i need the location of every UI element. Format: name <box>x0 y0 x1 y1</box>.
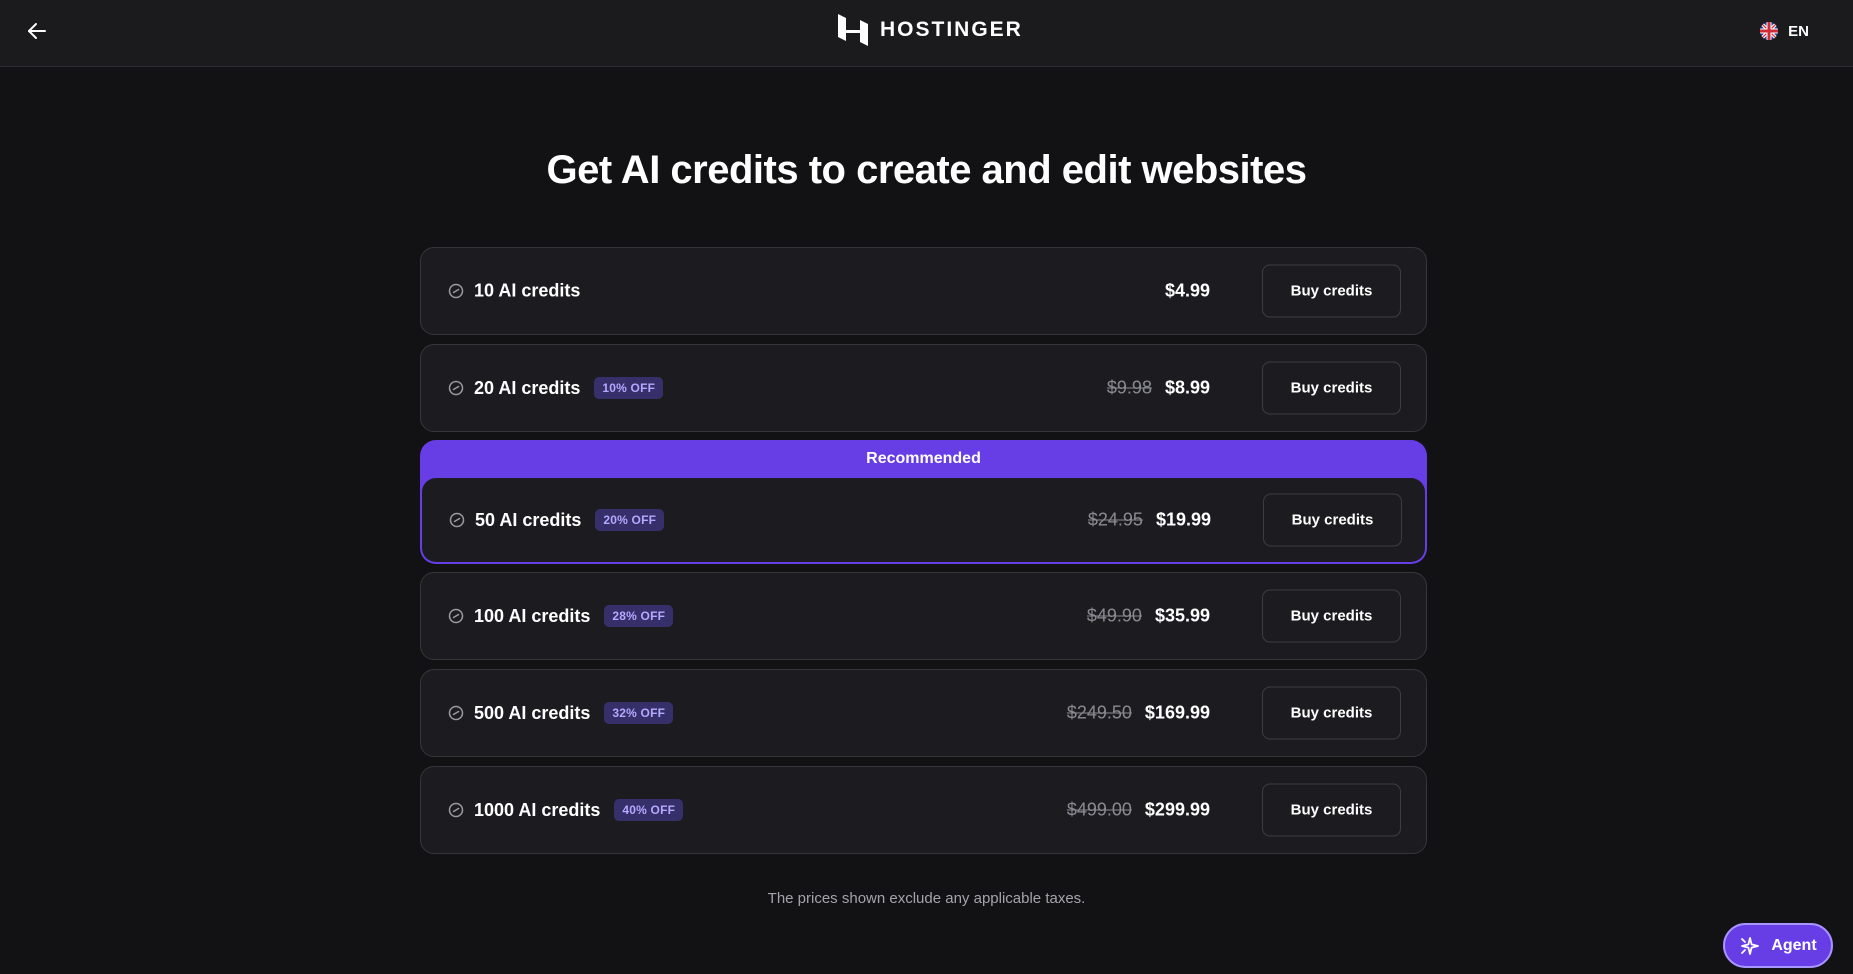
credit-coin-icon <box>448 608 464 624</box>
plan-price: $299.99 <box>1144 799 1210 820</box>
credit-coin-icon <box>448 802 464 818</box>
plan-price: $169.99 <box>1144 702 1210 723</box>
agent-button[interactable]: Agent <box>1723 923 1833 968</box>
buy-credits-button[interactable]: Buy credits <box>1262 783 1401 837</box>
hostinger-logo[interactable]: HOSTINGER <box>838 14 1023 46</box>
buy-credits-button[interactable]: Buy credits <box>1263 493 1402 547</box>
back-button[interactable] <box>20 14 54 48</box>
page-title: Get AI credits to create and edit websit… <box>546 148 1307 192</box>
discount-badge: 28% OFF <box>604 605 674 627</box>
plan-label: 10 AI credits <box>474 280 581 301</box>
plan-label: 100 AI credits <box>474 605 591 626</box>
plan-old-price: $249.50 <box>1066 702 1132 723</box>
plan-card-50: 50 AI credits 20% OFF $24.95 $19.99 Buy … <box>422 478 1425 562</box>
buy-credits-button[interactable]: Buy credits <box>1262 589 1401 643</box>
top-bar: HOSTINGER EN <box>0 0 1853 67</box>
plan-price: $8.99 <box>1164 377 1210 398</box>
buy-credits-button[interactable]: Buy credits <box>1262 686 1401 740</box>
plan-label: 50 AI credits <box>475 509 582 530</box>
language-code: EN <box>1788 22 1809 40</box>
plan-card-1000: 1000 AI credits 40% OFF $499.00 $299.99 … <box>420 766 1427 854</box>
credit-coin-icon <box>449 512 465 528</box>
discount-badge: 20% OFF <box>595 509 665 531</box>
plan-card-10: 10 AI credits $4.99 Buy credits <box>420 247 1427 335</box>
plan-label: 20 AI credits <box>474 377 581 398</box>
plan-price: $19.99 <box>1155 509 1211 530</box>
logo-text: HOSTINGER <box>880 18 1023 41</box>
recommended-label: Recommended <box>866 450 981 467</box>
plan-prices: $9.98 $8.99 <box>1107 378 1210 399</box>
plan-prices: $249.50 $169.99 <box>1067 703 1210 724</box>
hostinger-logo-icon <box>838 14 868 46</box>
credit-coin-icon <box>448 705 464 721</box>
credit-coin-icon <box>448 283 464 299</box>
credit-coin-icon <box>448 380 464 396</box>
recommended-plan: Recommended 50 AI credits 20% OFF $24.95… <box>420 440 1427 564</box>
buy-credits-button[interactable]: Buy credits <box>1262 361 1401 415</box>
plan-old-price: $499.00 <box>1066 799 1132 820</box>
plan-price: $4.99 <box>1164 280 1210 301</box>
plan-old-price: $9.98 <box>1106 377 1152 398</box>
uk-flag-icon <box>1760 22 1779 40</box>
arrow-left-icon <box>28 23 46 39</box>
plan-card-500: 500 AI credits 32% OFF $249.50 $169.99 B… <box>420 669 1427 757</box>
plan-label: 1000 AI credits <box>474 799 601 820</box>
plan-old-price: $49.90 <box>1086 605 1142 626</box>
language-selector[interactable]: EN <box>1760 18 1809 44</box>
plan-prices: $49.90 $35.99 <box>1087 606 1210 627</box>
plan-prices: $24.95 $19.99 <box>1088 510 1211 531</box>
plan-label: 500 AI credits <box>474 702 591 723</box>
discount-badge: 40% OFF <box>614 799 684 821</box>
plan-card-100: 100 AI credits 28% OFF $49.90 $35.99 Buy… <box>420 572 1427 660</box>
plan-prices: $499.00 $299.99 <box>1067 800 1210 821</box>
tax-footnote: The prices shown exclude any applicable … <box>767 890 1086 907</box>
plan-prices: $4.99 <box>1165 281 1210 302</box>
agent-button-label: Agent <box>1771 936 1817 954</box>
buy-credits-button[interactable]: Buy credits <box>1262 264 1401 318</box>
discount-badge: 10% OFF <box>594 377 664 399</box>
plan-price: $35.99 <box>1154 605 1210 626</box>
plan-old-price: $24.95 <box>1087 509 1143 530</box>
plan-card-20: 20 AI credits 10% OFF $9.98 $8.99 Buy cr… <box>420 344 1427 432</box>
discount-badge: 32% OFF <box>604 702 674 724</box>
agent-sparkle-icon <box>1741 936 1760 955</box>
